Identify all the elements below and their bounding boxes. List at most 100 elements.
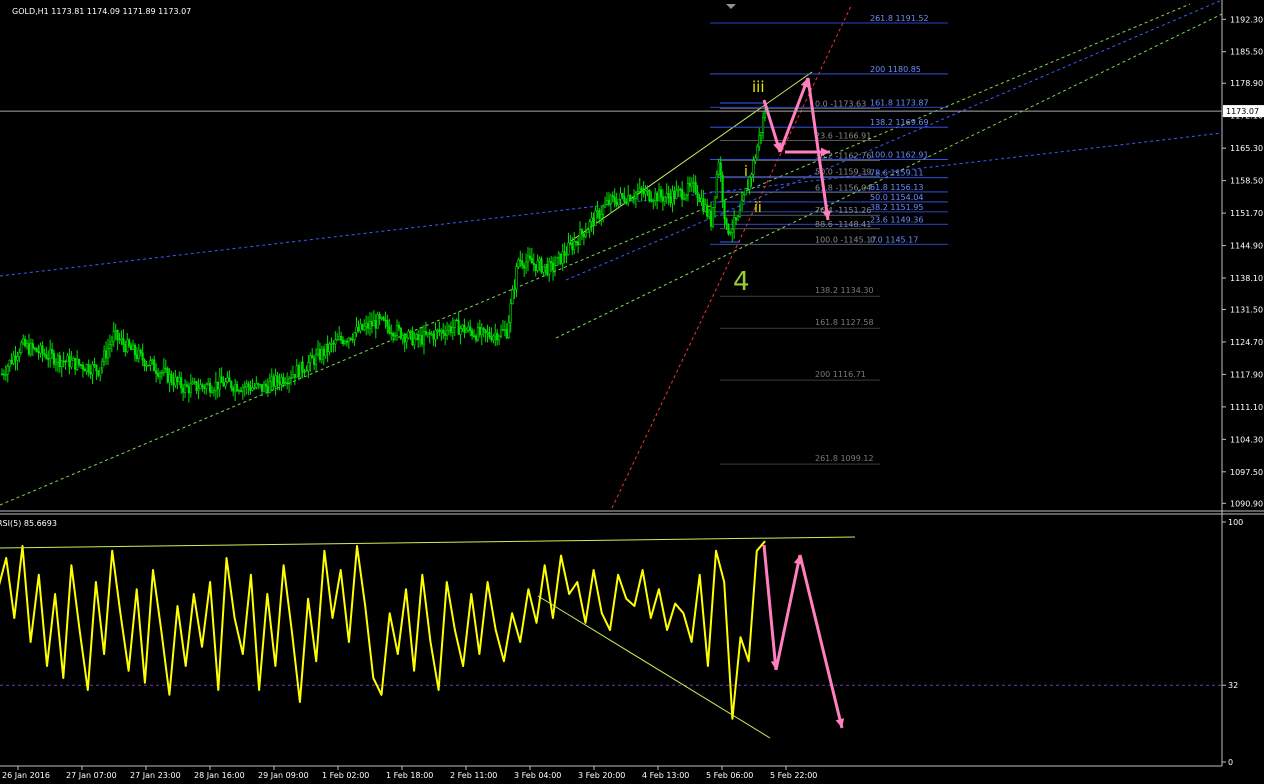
candle-body — [386, 320, 389, 327]
candle-body — [403, 335, 406, 343]
candle-body — [116, 330, 119, 341]
candle-body — [617, 198, 620, 206]
candle-body — [261, 384, 264, 392]
price-tick-label: 1131.50 — [1230, 306, 1263, 315]
candle-body — [417, 334, 420, 340]
candle-body — [682, 197, 686, 200]
candle-body — [758, 134, 761, 147]
candle-body — [264, 383, 268, 387]
candle-body — [667, 193, 670, 198]
rsi-tick-label: 0 — [1228, 758, 1233, 767]
candle-body — [392, 333, 395, 337]
candle-body — [129, 345, 133, 350]
candle-body — [313, 357, 316, 365]
candle-body — [237, 390, 241, 392]
candle-body — [609, 195, 612, 205]
candle-body — [162, 367, 165, 373]
fib-level-label: 200 1180.85 — [870, 65, 921, 74]
candle-body — [286, 382, 289, 384]
candle-body — [18, 352, 21, 357]
candle-body — [419, 335, 422, 340]
candle-body — [268, 381, 271, 393]
current-price-label: 1173.07 — [1226, 107, 1259, 116]
candle-body — [482, 327, 485, 331]
candle-body — [270, 376, 273, 382]
candle-body — [230, 381, 233, 389]
candle-body — [178, 377, 181, 383]
price-tick-label: 1111.10 — [1230, 403, 1263, 412]
candle-body — [103, 350, 106, 362]
price-tick-label: 1138.10 — [1230, 274, 1263, 283]
price-tick-label: 1151.70 — [1230, 209, 1263, 218]
rsi-tick-label: 100 — [1228, 518, 1243, 527]
trendlines — [0, 0, 1223, 509]
candle-body — [461, 324, 464, 329]
candle-body — [37, 351, 40, 354]
candle-body — [353, 332, 356, 340]
candle-body — [428, 332, 431, 335]
candle-body — [222, 382, 225, 387]
candle-body — [650, 200, 653, 202]
candle-body — [694, 181, 697, 193]
candle-body — [654, 192, 657, 202]
candle-body — [657, 189, 661, 202]
candle-body — [515, 266, 518, 290]
candle-body — [474, 335, 478, 341]
candle-body — [395, 324, 399, 336]
price-tick-label: 1117.90 — [1230, 370, 1263, 379]
candle-body — [469, 326, 472, 331]
candle-body — [77, 358, 81, 365]
candle-body — [133, 344, 137, 356]
candle-body — [492, 335, 495, 341]
fib-level-label: 23.6 1149.36 — [870, 215, 923, 224]
candle-body — [731, 228, 734, 233]
candle-body — [320, 348, 323, 360]
candle-body — [97, 370, 100, 376]
extension-label: 200 1116.71 — [815, 370, 866, 379]
candle-body — [598, 210, 601, 219]
candle-body — [584, 232, 587, 238]
candle-body — [164, 367, 167, 370]
candle-body — [648, 190, 651, 201]
time-tick-label: 3 Feb 20:00 — [578, 771, 625, 780]
candle-body — [729, 232, 732, 234]
candle-body — [673, 190, 676, 199]
candle-body — [681, 189, 684, 200]
candle-body — [467, 326, 470, 331]
candle-body — [118, 339, 121, 342]
candle-body — [498, 335, 501, 341]
candle-body — [376, 314, 379, 329]
candle-body — [141, 352, 144, 361]
candle-body — [434, 330, 437, 340]
candle-body — [366, 322, 370, 329]
candle-body — [235, 384, 239, 392]
candle-body — [453, 319, 456, 328]
candle-body — [488, 332, 491, 338]
candle-body — [442, 329, 445, 334]
fib-level-label: 0.0 1145.17 — [870, 235, 918, 244]
candle-body — [372, 320, 375, 327]
candle-body — [484, 329, 487, 334]
candle-body — [293, 374, 296, 378]
candle-body — [602, 206, 605, 215]
candle-body — [287, 378, 291, 384]
candle-body — [575, 241, 578, 243]
candle-body — [476, 326, 480, 341]
candle-body — [455, 319, 458, 322]
candle-body — [519, 259, 522, 262]
candle-body — [642, 190, 645, 195]
candle-body — [33, 347, 36, 350]
candle-body — [505, 329, 508, 339]
candle-body — [544, 264, 547, 267]
candle-body — [555, 256, 559, 266]
candle-body — [228, 377, 231, 382]
candle-body — [20, 342, 23, 353]
candle-body — [746, 188, 749, 190]
candle-body — [507, 322, 510, 339]
candle-body — [43, 352, 46, 355]
time-tick-label: 27 Jan 07:00 — [66, 771, 117, 780]
candle-body — [66, 355, 69, 362]
candle-body — [185, 384, 189, 387]
candle-body — [656, 192, 659, 202]
candle-body — [101, 361, 104, 369]
